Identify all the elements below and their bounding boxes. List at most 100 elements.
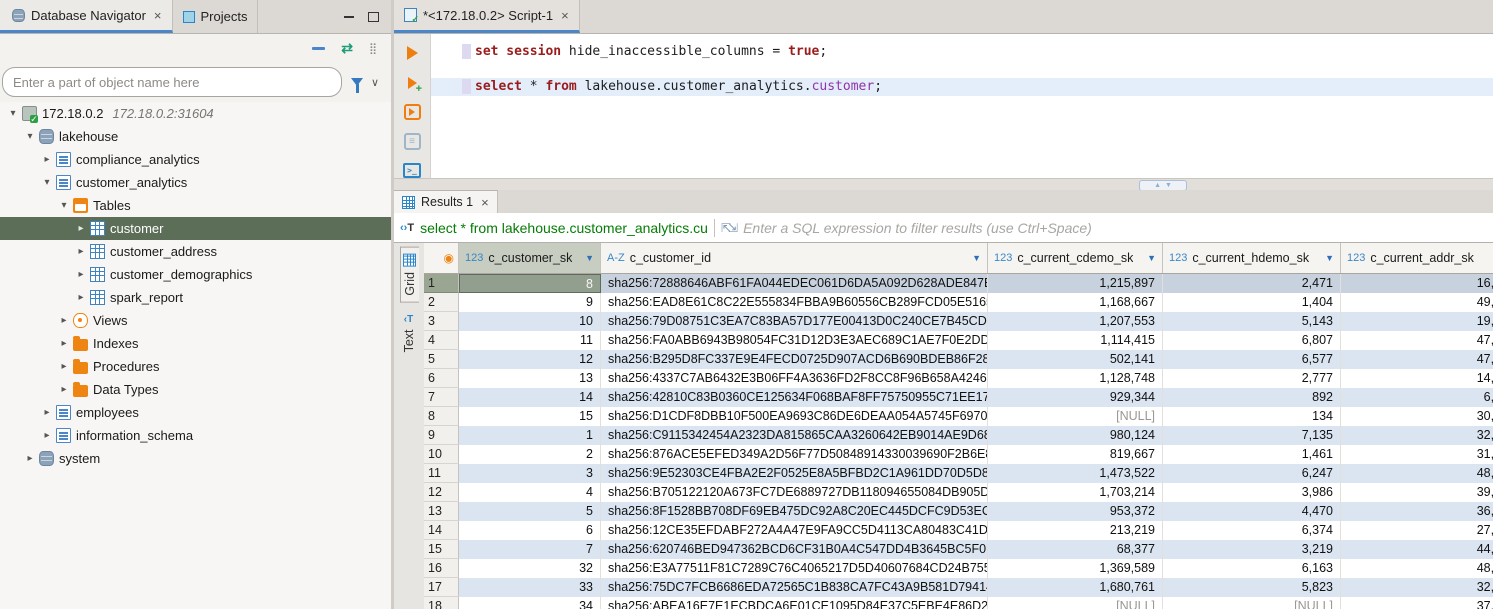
- column-menu-icon[interactable]: ▼: [966, 253, 981, 263]
- column-header-c_current_addr_sk[interactable]: 123c_current_addr_sk▼: [1341, 243, 1493, 273]
- grid-cell[interactable]: 33: [459, 578, 601, 597]
- grid-cell[interactable]: 32: [459, 559, 601, 578]
- grid-cell[interactable]: sha256:79D08751C3EA7C83BA57D177E00413D0C…: [601, 312, 988, 331]
- tree-item-information-schema[interactable]: ▸information_schema: [0, 424, 391, 447]
- sql-line[interactable]: set session hide_inaccessible_columns = …: [431, 43, 1493, 61]
- grid-cell[interactable]: 213,219: [988, 521, 1163, 540]
- row-number[interactable]: 4: [424, 331, 459, 350]
- collapse-up-icon[interactable]: ▲: [1154, 182, 1161, 189]
- grid-cell[interactable]: 6,44: [1341, 388, 1493, 407]
- results-filter-bar[interactable]: ‹›T select * from lakehouse.customer_ana…: [394, 213, 1493, 243]
- tree-item-lakehouse[interactable]: ▾lakehouse: [0, 125, 391, 148]
- chevron-right-icon[interactable]: ▸: [40, 430, 54, 441]
- row-number[interactable]: 8: [424, 407, 459, 426]
- grid-cell[interactable]: sha256:FA0ABB6943B98054FC31D12D3E3AEC689…: [601, 331, 988, 350]
- grid-cell[interactable]: 1,703,214: [988, 483, 1163, 502]
- grid-cell[interactable]: 47,99: [1341, 331, 1493, 350]
- grid-cell[interactable]: 47,36: [1341, 350, 1493, 369]
- grid-cell[interactable]: 49,38: [1341, 293, 1493, 312]
- grid-cell[interactable]: sha256:ABEA16E7E1ECBDCA6E01CE1095D84E37C…: [601, 597, 988, 609]
- execute-script-icon[interactable]: [404, 104, 421, 120]
- row-number[interactable]: 14: [424, 521, 459, 540]
- grid-cell[interactable]: 30,46: [1341, 407, 1493, 426]
- maximize-icon[interactable]: [368, 12, 379, 22]
- grid-cell[interactable]: sha256:8F1528BB708DF69EB475DC92A8C20EC44…: [601, 502, 988, 521]
- grid-cell[interactable]: 14: [459, 388, 601, 407]
- grid-cell[interactable]: 5: [459, 502, 601, 521]
- grid-cell[interactable]: [NULL]: [988, 597, 1163, 609]
- chevron-right-icon[interactable]: ▸: [23, 453, 37, 464]
- tree-item-customer[interactable]: ▸customer: [0, 217, 391, 240]
- view-menu-icon[interactable]: ⣿: [369, 42, 377, 55]
- grid-cell[interactable]: 36,36: [1341, 502, 1493, 521]
- tree-item-views[interactable]: ▸Views: [0, 309, 391, 332]
- grid-cell[interactable]: 10: [459, 312, 601, 331]
- sql-code-area[interactable]: set session hide_inaccessible_columns = …: [431, 34, 1493, 178]
- tab-results-1[interactable]: Results 1 ×: [394, 190, 498, 213]
- filter-icon[interactable]: [351, 78, 363, 86]
- chevron-down-icon[interactable]: ∨: [371, 76, 379, 89]
- column-menu-icon[interactable]: ▼: [1141, 253, 1156, 263]
- grid-cell[interactable]: 1,369,589: [988, 559, 1163, 578]
- grid-cell[interactable]: sha256:D1CDF8DBB10F500EA9693C86DE6DEAA05…: [601, 407, 988, 426]
- grid-cell[interactable]: [NULL]: [988, 407, 1163, 426]
- grid-cell[interactable]: sha256:4337C7AB6432E3B06FF4A3636FD2F8CC8…: [601, 369, 988, 388]
- grid-cell[interactable]: 13: [459, 369, 601, 388]
- grid-cell[interactable]: 7,135: [1163, 426, 1341, 445]
- grid-cell[interactable]: 5,143: [1163, 312, 1341, 331]
- collapse-all-icon[interactable]: [312, 47, 325, 50]
- grid-corner-cell[interactable]: ◉: [424, 243, 459, 273]
- grid-cell[interactable]: 27,08: [1341, 521, 1493, 540]
- grid-cell[interactable]: 1,680,761: [988, 578, 1163, 597]
- grid-cell[interactable]: sha256:B705122120A673FC7DE6889727DB11809…: [601, 483, 988, 502]
- grid-cell[interactable]: 44,81: [1341, 540, 1493, 559]
- chevron-right-icon[interactable]: ▸: [74, 223, 88, 234]
- grid-cell[interactable]: 34: [459, 597, 601, 609]
- grid-cell[interactable]: sha256:876ACE5EFED349A2D56F77D5084891433…: [601, 445, 988, 464]
- grid-cell[interactable]: 6,247: [1163, 464, 1341, 483]
- minimize-icon[interactable]: [344, 16, 354, 18]
- row-number[interactable]: 13: [424, 502, 459, 521]
- grid-cell[interactable]: 9: [459, 293, 601, 312]
- chevron-down-icon[interactable]: ▾: [57, 200, 71, 211]
- row-number[interactable]: 15: [424, 540, 459, 559]
- row-number[interactable]: 17: [424, 578, 459, 597]
- tree-item-procedures[interactable]: ▸Procedures: [0, 355, 391, 378]
- tree-item-spark-report[interactable]: ▸spark_report: [0, 286, 391, 309]
- grid-cell[interactable]: 39,55: [1341, 483, 1493, 502]
- grid-cell[interactable]: 48,57: [1341, 464, 1493, 483]
- row-number[interactable]: 16: [424, 559, 459, 578]
- row-number[interactable]: 6: [424, 369, 459, 388]
- grid-cell[interactable]: 953,372: [988, 502, 1163, 521]
- row-number[interactable]: 2: [424, 293, 459, 312]
- tree-item-indexes[interactable]: ▸Indexes: [0, 332, 391, 355]
- column-header-c_customer_sk[interactable]: 123c_customer_sk▼: [459, 243, 601, 273]
- chevron-right-icon[interactable]: ▸: [74, 246, 88, 257]
- tab-text-presentation[interactable]: Text ‹T: [400, 309, 418, 358]
- execute-statement-icon[interactable]: [403, 44, 421, 61]
- grid-cell[interactable]: 892: [1163, 388, 1341, 407]
- column-menu-icon[interactable]: ▼: [1319, 253, 1334, 263]
- grid-cell[interactable]: 1,215,897: [988, 274, 1163, 293]
- grid-cell[interactable]: 819,667: [988, 445, 1163, 464]
- row-number[interactable]: 11: [424, 464, 459, 483]
- grid-cell[interactable]: 929,344: [988, 388, 1163, 407]
- tree-item-tables[interactable]: ▾Tables: [0, 194, 391, 217]
- tree-item-customer-analytics[interactable]: ▾customer_analytics: [0, 171, 391, 194]
- grid-cell[interactable]: sha256:B295D8FC337E9E4FECD0725D907ACD6B6…: [601, 350, 988, 369]
- grid-cell[interactable]: 1,114,415: [988, 331, 1163, 350]
- grid-cell[interactable]: 1: [459, 426, 601, 445]
- grid-cell[interactable]: 8: [459, 274, 601, 293]
- grid-cell[interactable]: 12: [459, 350, 601, 369]
- tree-item-compliance-analytics[interactable]: ▸compliance_analytics: [0, 148, 391, 171]
- grid-cell[interactable]: 3,219: [1163, 540, 1341, 559]
- grid-cell[interactable]: 6,374: [1163, 521, 1341, 540]
- chevron-down-icon[interactable]: ▾: [23, 131, 37, 142]
- grid-cell[interactable]: 1,207,553: [988, 312, 1163, 331]
- grid-cell[interactable]: 2: [459, 445, 601, 464]
- grid-cell[interactable]: [NULL]: [1163, 597, 1341, 609]
- grid-cell[interactable]: 1,128,748: [988, 369, 1163, 388]
- grid-cell[interactable]: 6,163: [1163, 559, 1341, 578]
- tree-item-employees[interactable]: ▸employees: [0, 401, 391, 424]
- tree-item-system[interactable]: ▸system: [0, 447, 391, 470]
